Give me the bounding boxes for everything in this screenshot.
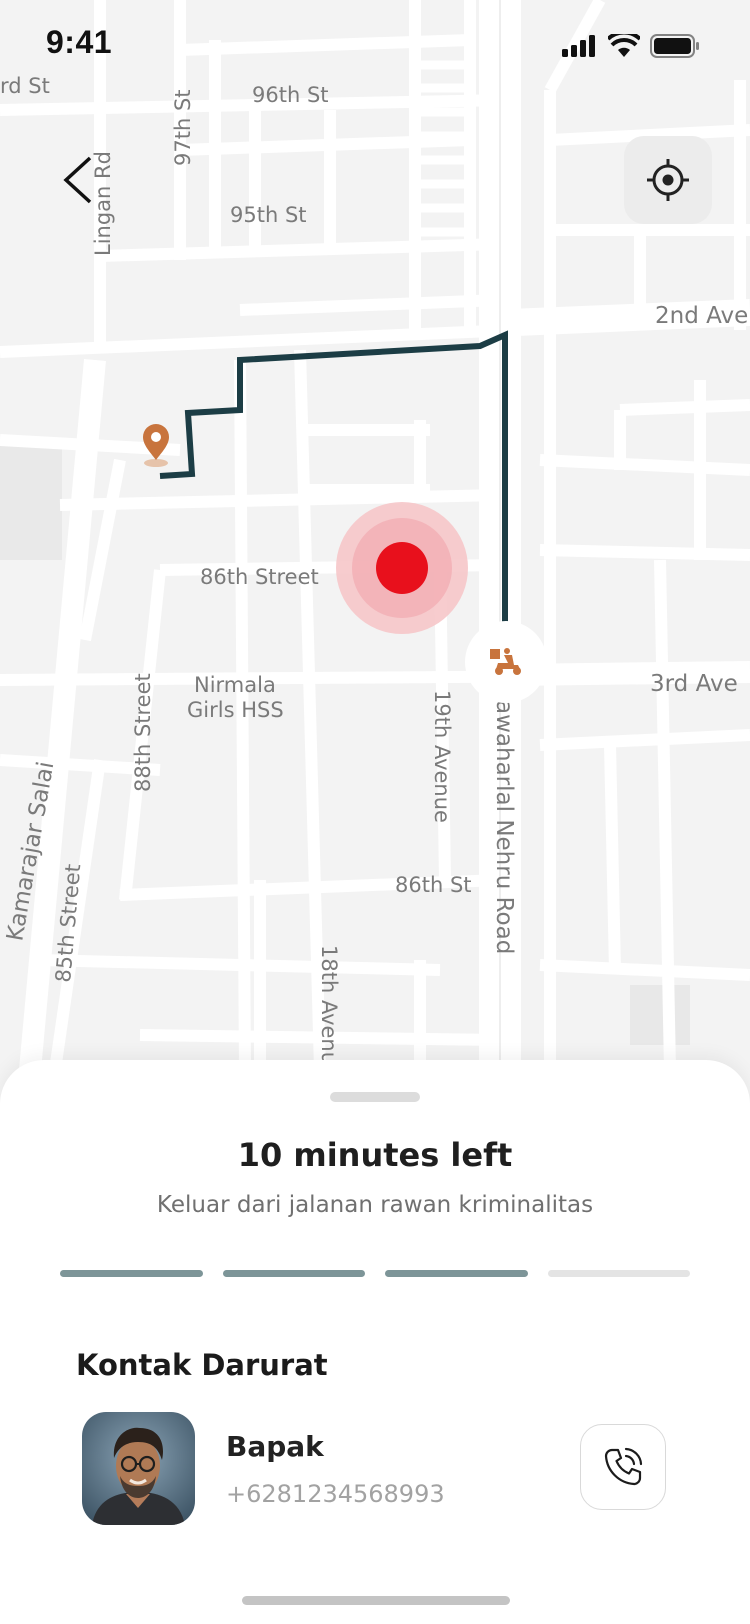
street-label: 95th St	[230, 203, 307, 227]
progress-segment	[222, 1270, 365, 1277]
progress-indicator	[60, 1270, 690, 1277]
progress-segment	[385, 1270, 528, 1277]
street-label: 2nd Ave	[655, 303, 748, 329]
status-bar: 9:41	[0, 0, 750, 90]
street-label: 86th Street	[200, 565, 319, 589]
chevron-left-icon	[63, 156, 92, 204]
street-label: 86th St	[395, 873, 472, 897]
street-label: 3rd Ave	[650, 671, 738, 697]
courier-marker[interactable]	[465, 621, 547, 703]
avatar	[82, 1412, 195, 1525]
landmark-label: Girls HSS	[187, 698, 284, 722]
street-label: awaharlal Nehru Road	[491, 700, 517, 954]
my-location-button[interactable]	[624, 136, 712, 224]
eta-subtitle: Keluar dari jalanan rawan kriminalitas	[156, 1192, 594, 1218]
status-icons	[562, 34, 700, 58]
progress-segment	[60, 1270, 203, 1277]
sheet-drag-handle[interactable]	[330, 1092, 420, 1102]
home-indicator[interactable]	[242, 1596, 510, 1605]
progress-segment	[547, 1270, 690, 1277]
bottom-sheet: 10 minutes left Keluar dari jalanan rawa…	[0, 1060, 750, 1624]
eta-title: 10 minutes left	[237, 1136, 513, 1174]
street-label: 18th Avenu	[317, 945, 341, 1065]
landmark-label: Nirmala	[194, 673, 276, 697]
destination-pin-icon[interactable]	[143, 424, 169, 467]
phone-call-icon	[604, 1447, 643, 1486]
emergency-contact-title: Kontak Darurat	[76, 1348, 328, 1382]
cellular-signal-icon	[562, 35, 595, 57]
back-button[interactable]	[56, 150, 106, 210]
street-label: 19th Avenue	[430, 690, 454, 823]
battery-icon	[650, 34, 699, 58]
street-label: 97th St	[171, 89, 195, 166]
call-button[interactable]	[580, 1424, 666, 1510]
contact-phone: +6281234568993	[226, 1480, 445, 1508]
wifi-icon	[608, 34, 640, 57]
street-label: 88th Street	[131, 673, 155, 792]
contact-name: Bapak	[226, 1430, 324, 1463]
crosshair-icon	[647, 159, 689, 201]
status-time: 9:41	[46, 24, 113, 60]
danger-zone-marker[interactable]	[336, 502, 468, 634]
